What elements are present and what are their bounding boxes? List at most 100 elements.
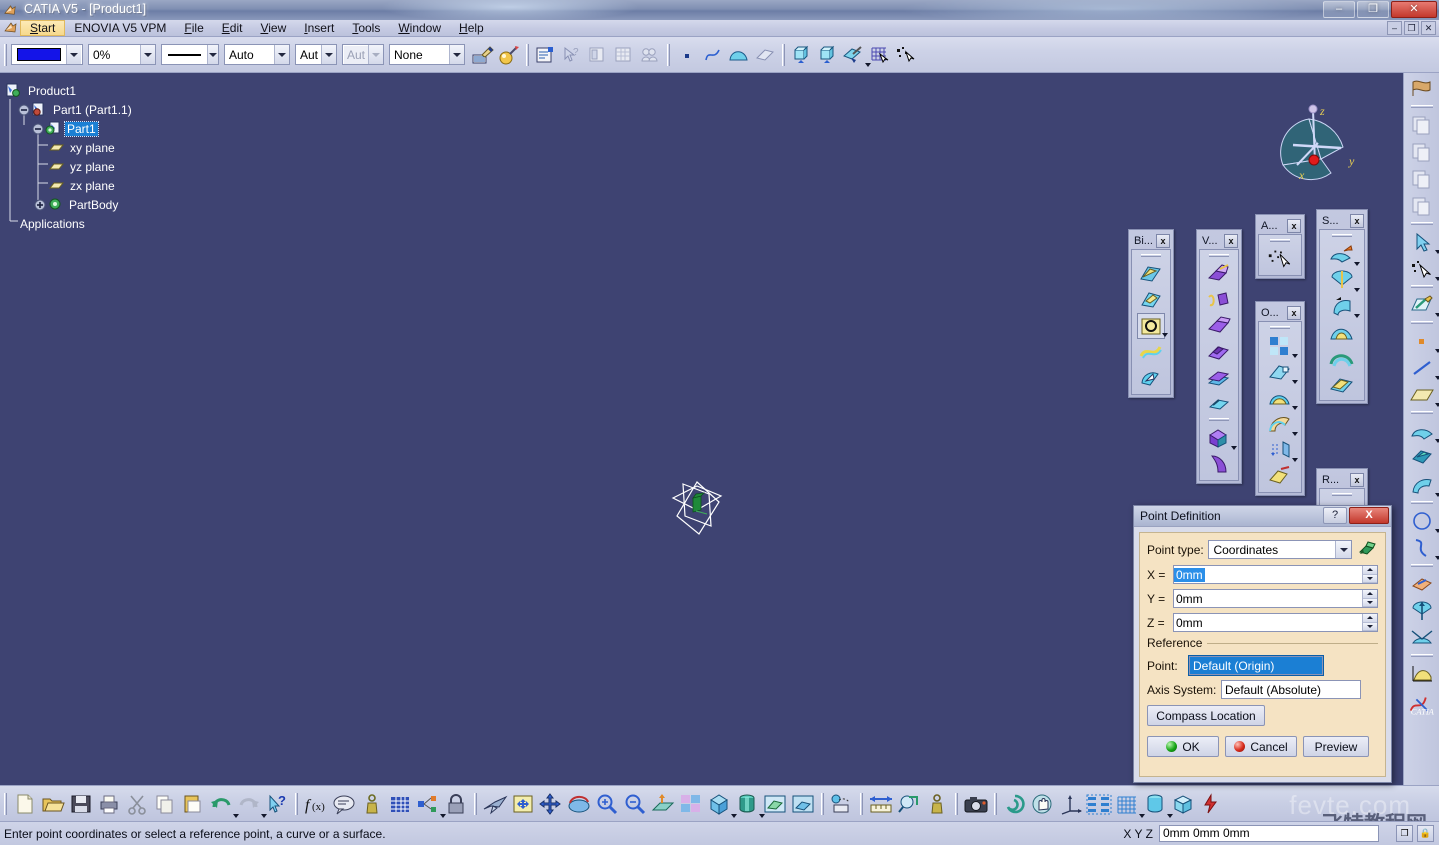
point-icon[interactable] (1407, 327, 1439, 354)
undo-icon[interactable] (207, 789, 239, 819)
open-icon[interactable] (39, 789, 67, 819)
print-icon[interactable] (95, 789, 123, 819)
compass-location-button[interactable]: Compass Location (1147, 705, 1265, 726)
normal-view-icon[interactable] (649, 789, 677, 819)
close-icon[interactable]: x (1350, 213, 1364, 228)
weight-icon[interactable] (358, 789, 386, 819)
close-icon[interactable]: x (1350, 472, 1364, 487)
spline-icon[interactable] (700, 42, 726, 68)
x-spinner[interactable] (1362, 566, 1377, 583)
tree-layout-icon[interactable] (1085, 789, 1113, 819)
color-combo-arrow[interactable] (66, 45, 81, 64)
toolbar-grip-2[interactable] (526, 43, 529, 66)
y-spinner[interactable] (1362, 590, 1377, 607)
palette-a[interactable]: A... x (1255, 214, 1305, 279)
extract-icon[interactable] (1137, 339, 1165, 365)
close-button[interactable]: ✕ (1391, 1, 1437, 18)
menu-item-tools[interactable]: Tools (343, 20, 389, 36)
pocket-icon[interactable] (1205, 339, 1233, 365)
axis-system-input[interactable]: Default (Absolute) (1221, 680, 1361, 699)
zoom-in-icon[interactable] (593, 789, 621, 819)
swap-visible-icon[interactable] (789, 789, 817, 819)
tree-node-xy-plane[interactable]: xy plane (4, 138, 134, 157)
rotate-icon[interactable] (565, 789, 593, 819)
tree-expand-toggle[interactable] (34, 199, 46, 211)
layer-combo-arrow[interactable] (321, 45, 336, 64)
law-curve-icon[interactable] (1407, 660, 1437, 687)
palette-o[interactable]: O... x (1255, 301, 1305, 496)
tree-node-zx-plane[interactable]: zx plane (4, 176, 134, 195)
dialog-close-button[interactable]: X (1349, 507, 1389, 524)
status-lock-button[interactable]: 🔒 (1417, 825, 1434, 842)
measure-between-icon[interactable] (867, 789, 895, 819)
z-spin-down[interactable] (1363, 622, 1377, 631)
blend-icon[interactable] (1328, 371, 1356, 397)
mdi-restore-button[interactable]: ❐ (1404, 21, 1419, 35)
palette-grip[interactable] (1332, 234, 1352, 237)
lineweight-combo[interactable]: Auto (224, 44, 290, 65)
z-input[interactable]: 0mm (1173, 613, 1378, 632)
palette-bi-header[interactable]: Bi... x (1131, 232, 1171, 249)
multi-view-icon[interactable] (677, 789, 705, 819)
grid-icon[interactable] (1113, 789, 1145, 819)
mirror-icon[interactable] (1266, 463, 1294, 489)
y-input[interactable]: 0mm (1173, 589, 1378, 608)
menu-item-edit[interactable]: Edit (213, 20, 252, 36)
shell-icon[interactable] (1266, 411, 1298, 437)
menu-item-view[interactable]: View (251, 20, 295, 36)
tree-node-partbody[interactable]: PartBody (4, 195, 134, 214)
palette-grip[interactable] (1270, 239, 1290, 242)
linetype-combo-arrow[interactable] (206, 45, 218, 64)
palette-grip[interactable] (1270, 326, 1290, 329)
maximize-button[interactable]: ❐ (1357, 1, 1389, 18)
palette-a-header[interactable]: A... x (1258, 217, 1302, 234)
spline-icon[interactable] (1407, 534, 1439, 561)
smart-paint-icon[interactable] (893, 42, 919, 68)
extrude-surf-icon[interactable] (1328, 241, 1360, 267)
compass-widget[interactable]: z y x (1263, 93, 1373, 203)
palette-r-header[interactable]: R... x (1319, 471, 1365, 488)
sweep-icon[interactable] (1328, 319, 1356, 345)
plane-icon[interactable] (1407, 381, 1439, 408)
palette-s[interactable]: S... x (1316, 209, 1368, 404)
split-icon[interactable] (1137, 261, 1165, 287)
palette-o-header[interactable]: O... x (1258, 304, 1302, 321)
z-spinner[interactable] (1362, 614, 1377, 631)
palette-bi[interactable]: Bi... x (1128, 229, 1174, 398)
pick-coordinates-icon[interactable] (1356, 539, 1378, 560)
y-spin-up[interactable] (1363, 590, 1377, 599)
menu-item-enovia[interactable]: ENOVIA V5 VPM (65, 20, 175, 36)
revolve-surface-icon[interactable] (1407, 444, 1437, 471)
dialog-title-bar[interactable]: Point Definition ? X (1134, 506, 1391, 527)
symmetry-icon[interactable] (1407, 597, 1437, 624)
iso-view-icon[interactable] (705, 789, 737, 819)
tree-collapse-toggle[interactable] (18, 104, 30, 116)
tree-node-applications[interactable]: Applications (4, 214, 134, 233)
trim-icon[interactable] (1137, 287, 1165, 313)
select-sparkle-icon[interactable] (1266, 246, 1294, 272)
design-table-icon[interactable] (386, 789, 414, 819)
formula-icon[interactable]: f (x) (302, 789, 330, 819)
measure-inertia-icon[interactable] (923, 789, 951, 819)
picking-combo[interactable]: None (389, 44, 465, 65)
multi-section-surf-icon[interactable] (1328, 345, 1356, 371)
fly-mode-icon[interactable] (481, 789, 509, 819)
multi-extract-icon[interactable] (1137, 365, 1165, 391)
lock-icon[interactable] (442, 789, 470, 819)
linetype-combo[interactable] (161, 44, 219, 65)
paste-icon[interactable] (179, 789, 207, 819)
comment-icon[interactable] (330, 789, 358, 819)
sew-surface-icon[interactable] (841, 42, 871, 68)
mdi-close-button[interactable]: ✕ (1421, 21, 1436, 35)
surface-icon[interactable] (726, 42, 752, 68)
tree-node-part1-instance[interactable]: Part1 (Part1.1) (4, 100, 134, 119)
ok-button[interactable]: OK (1147, 736, 1219, 757)
transparency-combo-arrow[interactable] (140, 45, 155, 64)
bottom-toolbar-grip-3[interactable] (474, 792, 477, 815)
thickness-icon[interactable] (1266, 437, 1298, 463)
menu-item-insert[interactable]: Insert (295, 20, 343, 36)
apply-material-icon[interactable] (496, 42, 522, 68)
properties-icon[interactable] (533, 42, 559, 68)
palette-grip[interactable] (1332, 493, 1352, 496)
close-icon[interactable]: x (1156, 233, 1170, 248)
